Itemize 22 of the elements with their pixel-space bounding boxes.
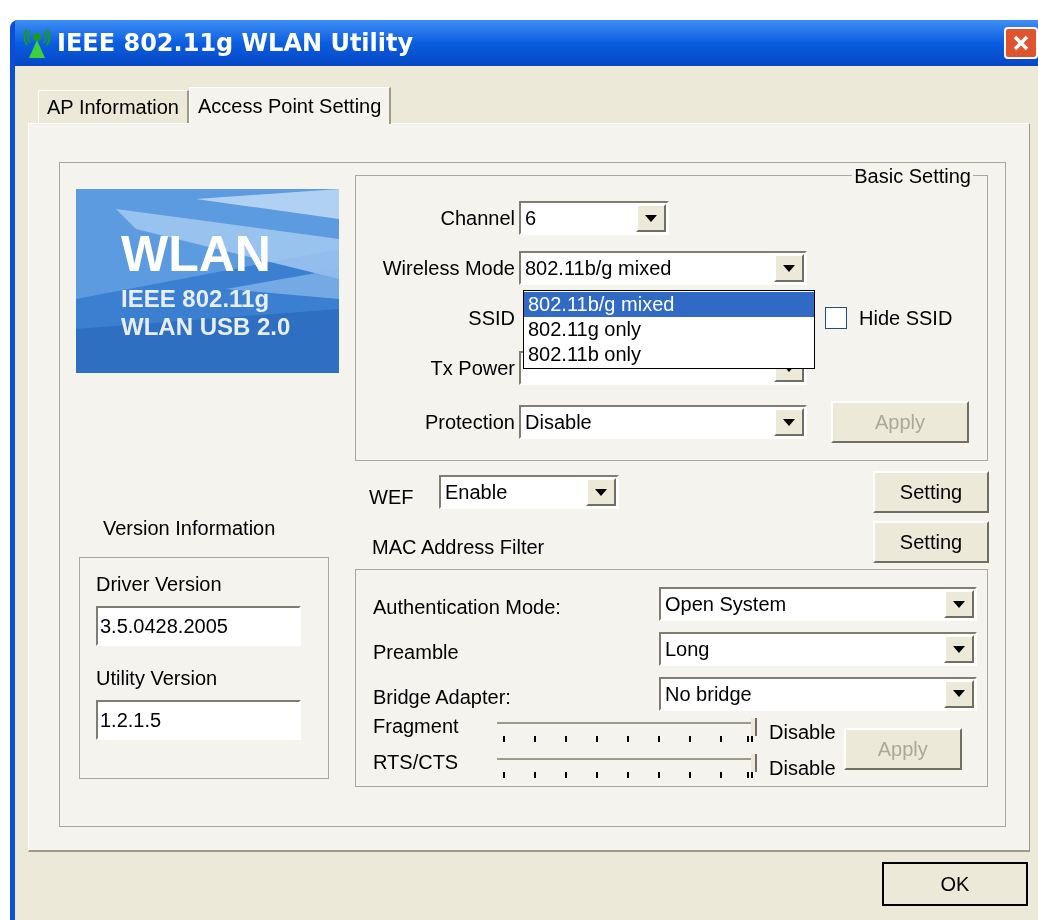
section-label: Version Information <box>103 516 277 541</box>
logo-text: IEEE 802.11g <box>121 287 271 311</box>
slider-value: Disable <box>769 756 836 780</box>
field-label: Channel <box>439 206 516 231</box>
field-label: MAC Address Filter <box>371 535 545 560</box>
field-label: Tx Power <box>429 356 516 381</box>
slider-label: RTS/CTS <box>373 750 460 774</box>
field-label: Preamble <box>373 640 459 665</box>
field-label: Authentication Mode: <box>373 595 561 621</box>
logo-text: WLAN <box>121 229 272 279</box>
field-label: Wireless Mode <box>381 256 516 281</box>
checkbox-label: Hide SSID <box>859 306 953 331</box>
field-label: Bridge Adapter: <box>373 684 511 710</box>
field-label: Driver Version <box>96 572 223 596</box>
slider-value: Disable <box>769 720 836 744</box>
field-label: Protection <box>423 410 516 435</box>
window-title: IEEE 802.11g WLAN Utility <box>57 28 414 59</box>
slider-label: Fragment <box>373 714 460 738</box>
logo-text: WLAN USB 2.0 <box>121 315 291 339</box>
field-label: SSID <box>467 306 516 331</box>
field-label: Utility Version <box>96 666 219 690</box>
field-label: WEF <box>368 485 415 510</box>
